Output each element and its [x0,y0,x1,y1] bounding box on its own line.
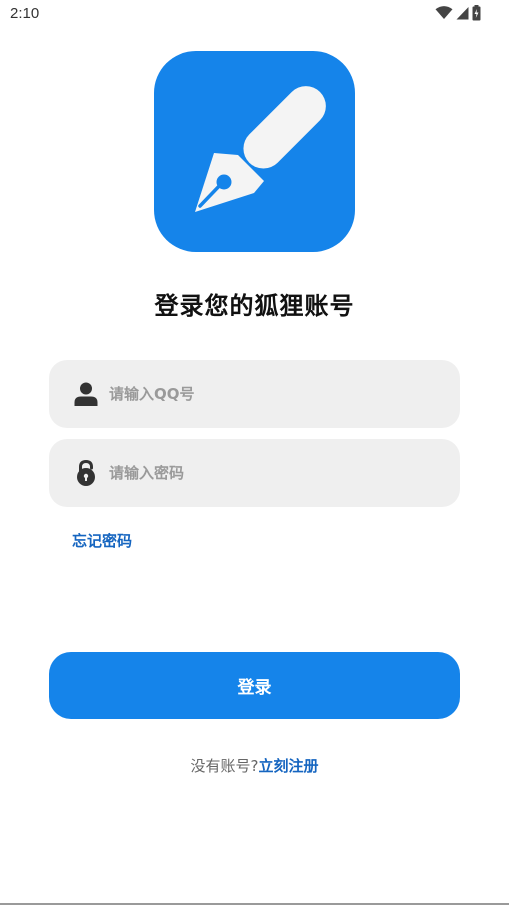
login-button[interactable]: 登录 [49,652,460,719]
wifi-icon [435,6,453,19]
qq-input-box[interactable] [49,360,460,428]
register-link[interactable]: 立刻注册 [258,757,318,775]
status-icons [435,5,481,21]
register-prompt: 没有账号? [190,757,259,775]
status-time: 2:10 [10,5,40,22]
lock-icon [72,459,100,487]
status-bar: 2:10 [0,0,509,28]
page-title: 登录您的狐狸账号 [154,292,355,320]
fountain-pen-icon [154,51,355,252]
user-icon [72,380,100,408]
app-logo [154,51,355,252]
qq-number-input[interactable] [109,360,439,428]
battery-icon [472,5,481,21]
password-input-box[interactable] [49,439,460,507]
forgot-password-link[interactable]: 忘记密码 [72,530,132,551]
password-input[interactable] [109,439,439,507]
cellular-signal-icon [456,7,469,20]
register-row: 没有账号?立刻注册 [0,755,509,776]
